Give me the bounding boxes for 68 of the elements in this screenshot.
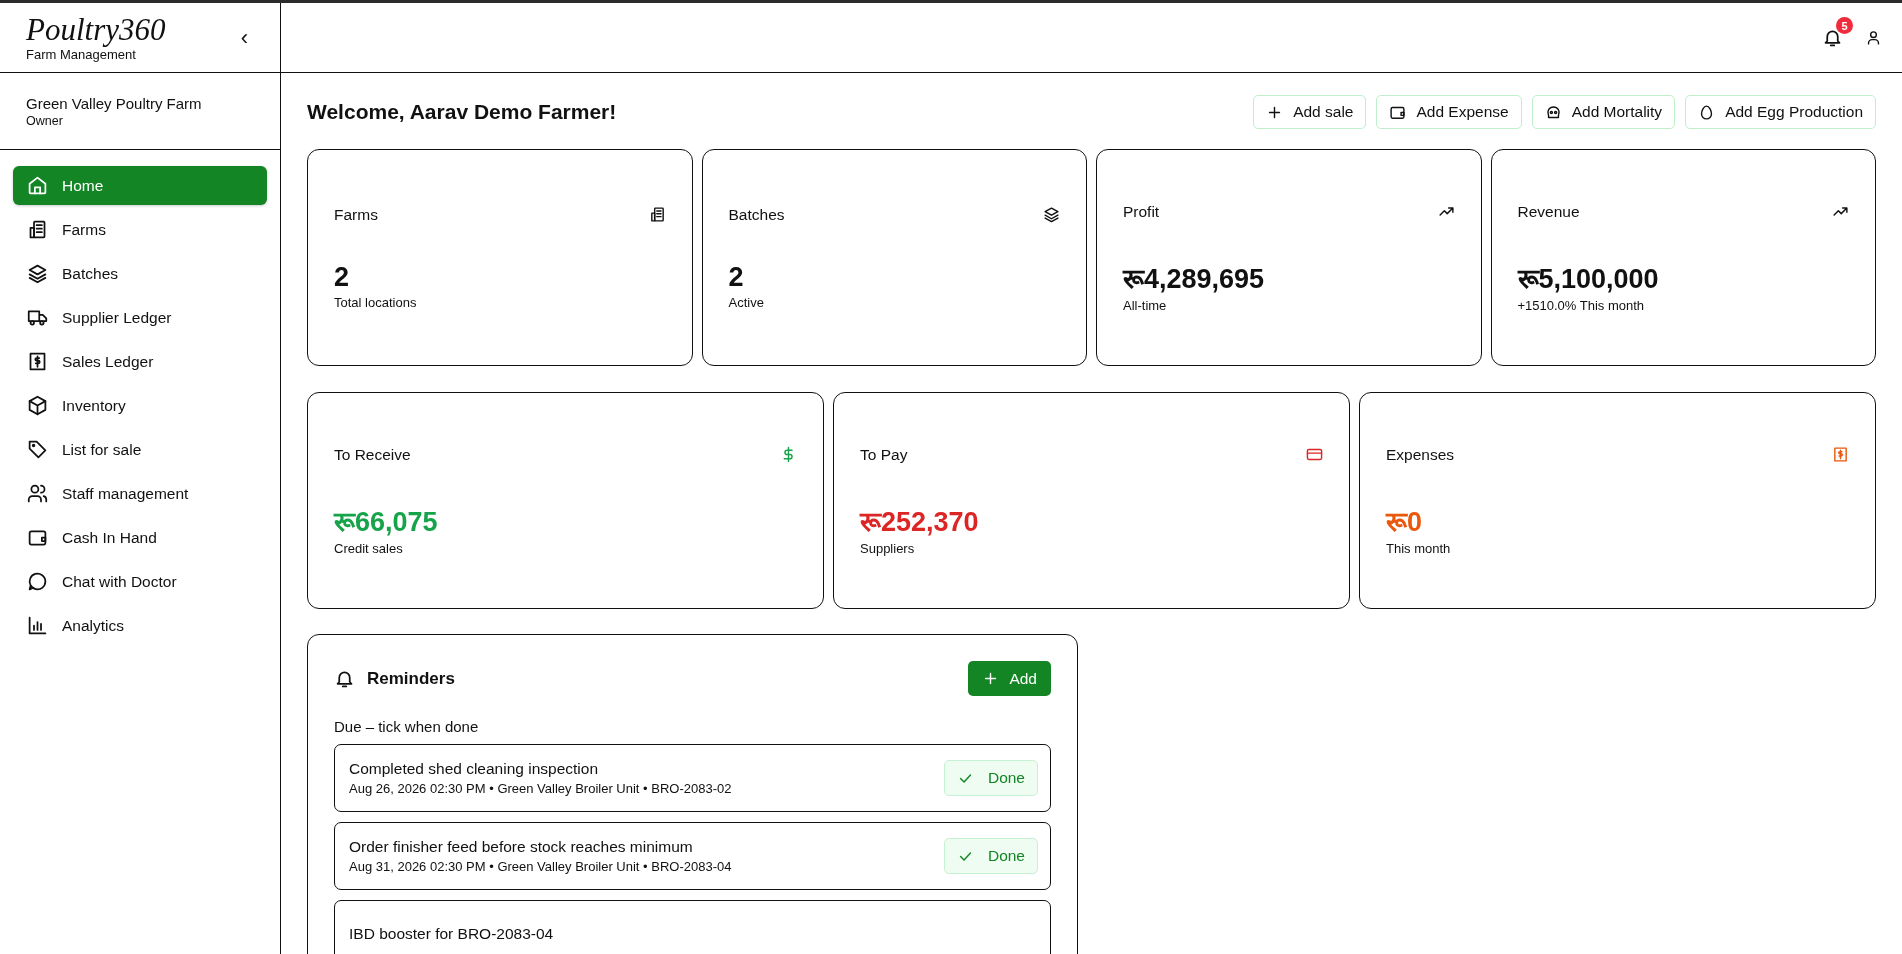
sidebar-item[interactable]: Home [13, 166, 267, 205]
chat-bubble-icon [27, 571, 48, 592]
reminders-title: Reminders [367, 668, 455, 689]
farm-name: Green Valley Poultry Farm [26, 94, 203, 112]
app-subtitle: Farm Management [26, 47, 137, 62]
building-icon [648, 206, 666, 223]
reminder-details: Aug 31, 2026 02:30 PM • Green Valley Broiler Unit • BRO-2083-04 [349, 859, 732, 874]
building-icon [27, 219, 48, 240]
stat-title: To Receive [334, 445, 411, 464]
sidebar-item[interactable]: Chat with Doctor [13, 562, 267, 601]
box-icon [27, 395, 48, 416]
skull-icon [1544, 103, 1562, 121]
collapse-sidebar-button[interactable]: ‹ [234, 24, 254, 51]
stat-caption: Active [728, 294, 765, 310]
sidebar-item[interactable]: List for sale [13, 430, 267, 469]
user-role: Owner [26, 113, 64, 128]
stat-title: Farms [334, 205, 378, 224]
bar-chart-icon [27, 615, 48, 636]
sidebar-item[interactable]: Sales Ledger [13, 342, 267, 381]
reminders-subtitle: Due – tick when done [334, 718, 480, 735]
reminder-details: Aug 26, 2026 02:30 PM • Green Valley Broiler Unit • BRO-2083-02 [349, 781, 732, 796]
stat-value: रू66,075 [334, 505, 439, 539]
add-reminder-button[interactable]: Add [968, 661, 1051, 696]
dollar-receipt-icon [1832, 446, 1849, 463]
quick-action-button[interactable]: Add Mortality [1531, 95, 1676, 129]
stat-title: Revenue [1517, 202, 1580, 221]
home-icon [27, 175, 48, 196]
credit-card-icon [1306, 446, 1323, 463]
stat-caption: Credit sales [334, 540, 404, 556]
stat-caption: Total locations [334, 294, 418, 310]
sidebar-item[interactable]: Cash In Hand [13, 518, 267, 557]
sidebar-item[interactable]: Farms [13, 210, 267, 249]
stat-value: रू252,370 [860, 505, 980, 539]
sidebar-item[interactable]: Inventory [13, 386, 267, 425]
done-button[interactable]: Done [943, 760, 1038, 796]
stat-title: To Pay [860, 445, 908, 464]
users-icon [27, 483, 48, 504]
dollar-receipt-icon [27, 351, 48, 372]
reminder-title: Order finisher feed before stock reaches minimum [349, 838, 694, 856]
sidebar-item[interactable]: Analytics [13, 606, 267, 645]
stat-value: रू4,289,695 [1123, 262, 1266, 296]
stat-title: Profit [1123, 202, 1160, 221]
sidebar-item[interactable]: Staff management [13, 474, 267, 513]
welcome-heading: Welcome, Aarav Demo Farmer! [307, 100, 617, 124]
quick-action-button[interactable]: Add Expense [1376, 95, 1522, 129]
stat-value: 2 [728, 261, 745, 293]
quick-action-button[interactable]: Add sale [1253, 95, 1367, 129]
stat-caption: This month [1386, 540, 1452, 556]
notification-count-badge: 5 [1836, 17, 1853, 34]
tag-icon [27, 439, 48, 460]
stat-value: रू5,100,000 [1517, 262, 1660, 296]
sidebar-item[interactable]: Batches [13, 254, 267, 293]
app-logo: Poultry360 [26, 13, 166, 47]
quick-action-button[interactable]: Add Egg Production [1685, 95, 1876, 129]
layers-icon [1043, 206, 1060, 223]
layers-icon [27, 263, 48, 284]
stat-title: Batches [728, 205, 785, 224]
done-button[interactable]: Done [943, 838, 1038, 874]
stat-title: Expenses [1386, 445, 1455, 464]
stat-value: रू0 [1386, 505, 1424, 539]
sidebar-item[interactable]: Supplier Ledger [13, 298, 267, 337]
user-profile-icon [1865, 29, 1882, 46]
reminder-title: Completed shed cleaning inspection [349, 760, 600, 778]
stat-caption: Suppliers [860, 540, 916, 556]
stat-caption: All-time [1123, 297, 1168, 313]
stat-value: 2 [334, 261, 351, 293]
reminder-title: IBD booster for BRO-2083-04 [349, 925, 554, 943]
stat-caption: +1510.0% This month [1517, 297, 1646, 313]
